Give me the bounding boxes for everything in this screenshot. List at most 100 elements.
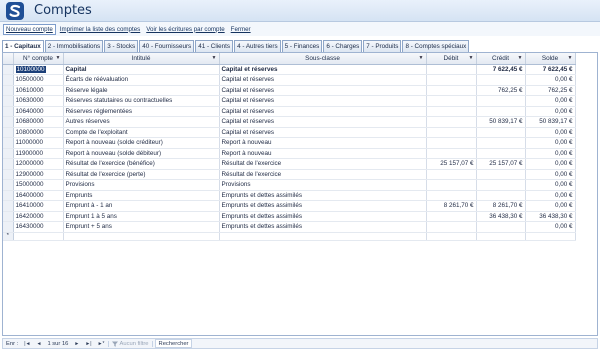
tab-fournisseurs[interactable]: 40 - Fournisseurs (139, 40, 195, 52)
debit-cell[interactable] (426, 127, 477, 138)
column-header-account-number[interactable]: N° compte ▼ (13, 53, 64, 65)
balance-cell[interactable]: 0,00 € (525, 137, 576, 149)
credit-cell[interactable] (476, 179, 526, 191)
account-number-cell[interactable]: 10800000 (13, 127, 64, 138)
label-cell[interactable]: Report à nouveau (solde créditeur) (63, 137, 220, 149)
credit-cell[interactable]: 25 157,07 € (476, 158, 526, 170)
label-cell[interactable] (63, 232, 220, 241)
account-number-cell[interactable]: 10640000 (13, 106, 64, 117)
account-number-cell[interactable]: 16410000 (13, 200, 64, 212)
balance-cell[interactable]: 0,00 € (525, 158, 576, 170)
subclass-cell[interactable]: Capital et réserves (219, 64, 427, 75)
credit-cell[interactable]: 36 438,30 € (476, 211, 526, 222)
row-selector[interactable] (3, 95, 14, 107)
sort-arrow-icon[interactable]: ▼ (518, 55, 523, 61)
row-selector[interactable] (3, 64, 14, 75)
balance-cell[interactable]: 0,00 € (525, 106, 576, 117)
account-number-cell[interactable] (13, 232, 64, 241)
tab-stocks[interactable]: 3 - Stocks (104, 40, 139, 52)
debit-cell[interactable] (426, 232, 477, 241)
sort-arrow-icon[interactable]: ▼ (419, 55, 424, 61)
debit-cell[interactable] (426, 106, 477, 117)
account-number-cell[interactable]: 10100000 (13, 64, 64, 75)
balance-cell[interactable]: 7 622,45 € (525, 64, 576, 75)
credit-cell[interactable] (476, 127, 526, 138)
subclass-cell[interactable]: Capital et réserves (219, 106, 427, 117)
balance-cell[interactable]: 0,00 € (525, 190, 576, 201)
debit-cell[interactable] (426, 137, 477, 149)
print-accounts-button[interactable]: Imprimer la liste des comptes (58, 25, 142, 34)
tab-autres-tiers[interactable]: 4 - Autres tiers (234, 40, 281, 52)
row-selector[interactable] (3, 179, 14, 191)
row-selector[interactable] (3, 106, 14, 117)
table-row[interactable]: 10800000 Compte de l'exploitant Capital et… (3, 127, 576, 138)
balance-cell[interactable]: 0,00 € (525, 74, 576, 86)
table-row[interactable]: 16410000 Emprunt à - 1 an Emprunts et dett… (3, 200, 576, 212)
label-cell[interactable]: Écarts de réévaluation (63, 74, 220, 86)
subclass-cell[interactable]: Report à nouveau (219, 148, 427, 159)
subclass-cell[interactable]: Provisions (219, 179, 427, 191)
sort-arrow-icon[interactable]: ▼ (212, 55, 217, 61)
balance-cell[interactable]: 0,00 € (525, 95, 576, 107)
tab-finances[interactable]: 5 - Finances (281, 40, 323, 52)
table-row[interactable]: 12000000 Résultat de l'exercice (bénéfice… (3, 158, 576, 170)
subclass-cell[interactable]: Emprunts et dettes assimilés (219, 221, 427, 233)
debit-cell[interactable] (426, 74, 477, 86)
table-row[interactable]: 11900000 Report à nouveau (solde débiteur… (3, 148, 576, 159)
subclass-cell[interactable] (219, 232, 427, 241)
new-row-marker[interactable]: * (3, 232, 14, 241)
debit-cell[interactable] (426, 169, 477, 180)
account-number-cell[interactable]: 16420000 (13, 211, 64, 222)
credit-cell[interactable] (476, 190, 526, 201)
label-cell[interactable]: Réserves réglementées (63, 106, 220, 117)
credit-cell[interactable]: 7 622,45 € (476, 64, 526, 75)
account-number-cell[interactable]: 12000000 (13, 158, 64, 170)
tab-immobilisations[interactable]: 2 - Immobilisations (44, 40, 104, 52)
view-entries-button[interactable]: Voir les écritures par compte (144, 25, 226, 34)
tab-clients[interactable]: 41 - Clients (195, 40, 234, 52)
new-record-button[interactable]: ►* (95, 341, 108, 347)
credit-cell[interactable] (476, 221, 526, 233)
credit-cell[interactable] (476, 137, 526, 149)
row-selector[interactable] (3, 169, 14, 180)
subclass-cell[interactable]: Résultat de l'exercice (219, 158, 427, 170)
subclass-cell[interactable]: Emprunts et dettes assimilés (219, 190, 427, 201)
table-row[interactable]: 10500000 Écarts de réévaluation Capital et… (3, 74, 576, 86)
account-number-cell[interactable]: 10680000 (13, 116, 64, 128)
credit-cell[interactable] (476, 232, 526, 241)
table-row[interactable]: 16420000 Emprunt 1 à 5 ans Emprunts et det… (3, 211, 576, 222)
credit-cell[interactable]: 762,25 € (476, 85, 526, 96)
account-number-cell[interactable]: 10500000 (13, 74, 64, 86)
label-cell[interactable]: Réserve légale (63, 85, 220, 96)
tab-produits[interactable]: 7 - Produits (363, 40, 402, 52)
debit-cell[interactable] (426, 211, 477, 222)
subclass-cell[interactable]: Emprunts et dettes assimilés (219, 211, 427, 222)
tab-capitaux[interactable]: 1 - Capitaux (2, 40, 44, 52)
credit-cell[interactable] (476, 74, 526, 86)
balance-cell[interactable]: 0,00 € (525, 169, 576, 180)
row-selector[interactable] (3, 211, 14, 222)
row-selector[interactable] (3, 148, 14, 159)
label-cell[interactable]: Résultat de l'exercice (perte) (63, 169, 220, 180)
balance-cell[interactable]: 0,00 € (525, 179, 576, 191)
account-number-cell[interactable]: 12900000 (13, 169, 64, 180)
tab-charges[interactable]: 6 - Charges (323, 40, 363, 52)
credit-cell[interactable] (476, 95, 526, 107)
table-row[interactable]: 10680000 Autres réserves Capital et réserv… (3, 116, 576, 128)
account-number-cell[interactable]: 11900000 (13, 148, 64, 159)
credit-cell[interactable] (476, 106, 526, 117)
table-row[interactable]: 11000000 Report à nouveau (solde créditeu… (3, 137, 576, 149)
account-number-cell[interactable]: 10630000 (13, 95, 64, 107)
table-row[interactable]: 10610000 Réserve légale Capital et réserve… (3, 85, 576, 96)
label-cell[interactable]: Emprunt à - 1 an (63, 200, 220, 212)
account-number-cell[interactable]: 10610000 (13, 85, 64, 96)
table-row[interactable]: 10640000 Réserves réglementées Capital et … (3, 106, 576, 117)
balance-cell[interactable]: 0,00 € (525, 127, 576, 138)
label-cell[interactable]: Réserves statutaires ou contractuelles (63, 95, 220, 107)
label-cell[interactable]: Résultat de l'exercice (bénéfice) (63, 158, 220, 170)
subclass-cell[interactable]: Capital et réserves (219, 74, 427, 86)
label-cell[interactable]: Provisions (63, 179, 220, 191)
credit-cell[interactable] (476, 169, 526, 180)
label-cell[interactable]: Emprunt + 5 ans (63, 221, 220, 233)
balance-cell[interactable]: 0,00 € (525, 200, 576, 212)
